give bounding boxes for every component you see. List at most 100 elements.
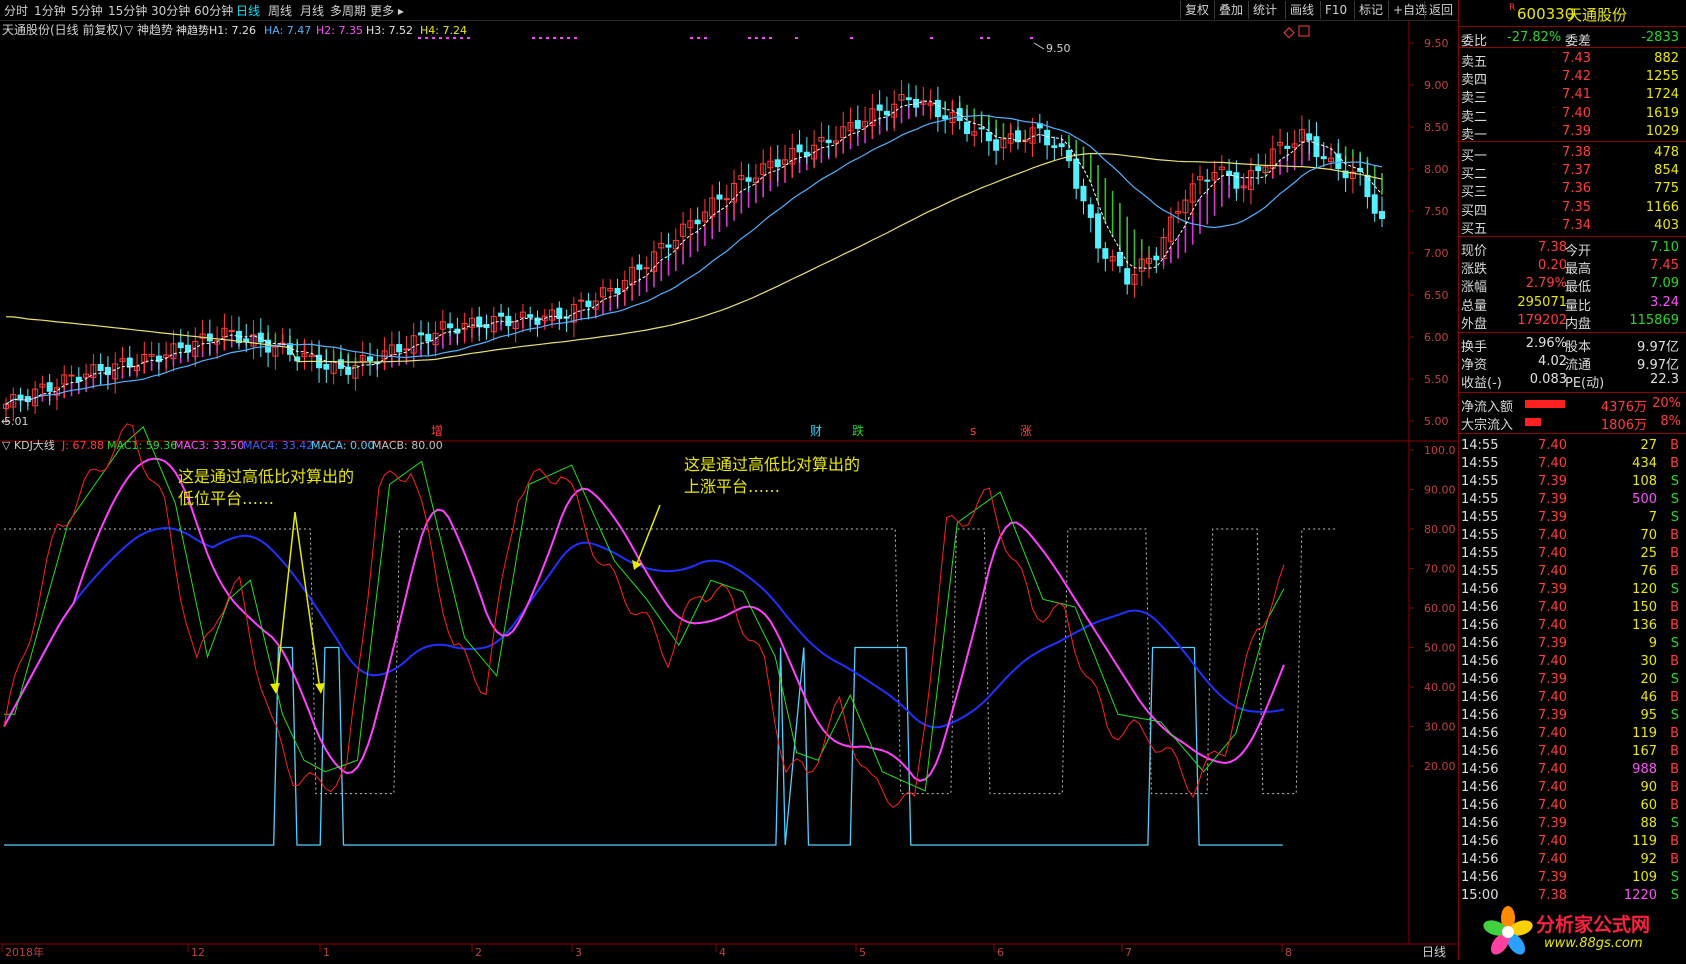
- window-toggle-icon[interactable]: [1298, 25, 1310, 37]
- price-axis-label: 6.00: [1424, 331, 1449, 344]
- period-tab-9[interactable]: 多周期: [330, 2, 366, 19]
- tick-time: 14:56: [1461, 726, 1499, 741]
- period-tab-6[interactable]: 日线: [236, 2, 260, 19]
- max-price-label: 9.50: [1046, 42, 1071, 55]
- tick-price: 7.40: [1538, 654, 1567, 669]
- stat-row: 外盘 179202 内盘 115869: [1459, 312, 1686, 332]
- flow-bar: [1525, 400, 1565, 408]
- toolbar-button-5[interactable]: 标记: [1354, 1, 1387, 19]
- tick-time: 14:56: [1461, 690, 1499, 705]
- price-axis-label: 7.00: [1424, 247, 1449, 260]
- buy-label: 买三: [1461, 185, 1488, 201]
- stat-value: 7.45: [1650, 258, 1679, 274]
- candle-body: [1065, 150, 1072, 162]
- chart-area[interactable]: 天通股份(日线 前复权) ▽ 神趋势 神趋势H1: 7.26 HA: 7.47 H2: …: [0, 20, 1457, 960]
- signal-dot: [697, 37, 700, 39]
- period-tab-5[interactable]: 60分钟: [194, 2, 233, 19]
- period-tab-8[interactable]: 月线: [300, 2, 324, 19]
- period-tab-4[interactable]: 30分钟: [151, 2, 190, 19]
- period-tab-2[interactable]: 5分钟: [71, 2, 103, 19]
- tick-time: 14:55: [1461, 546, 1499, 561]
- divider: [1459, 47, 1686, 48]
- signal-dot: [439, 37, 442, 39]
- signal-dot: [930, 37, 933, 39]
- tick-price: 7.39: [1538, 870, 1567, 885]
- weibi-value: -27.82%: [1507, 30, 1562, 45]
- tick-row: 14:55 7.40 25 B: [1459, 545, 1686, 563]
- toolbar-button-4[interactable]: F10: [1320, 1, 1351, 19]
- tick-side: B: [1670, 438, 1679, 453]
- kdj-axis-label: 20.00: [1424, 760, 1456, 773]
- period-tab-0[interactable]: 分时: [4, 2, 28, 19]
- kdj-param: J: 67.88: [61, 439, 104, 452]
- diamond-icon[interactable]: [1283, 27, 1295, 39]
- kdj-param: MAC3: 33.50: [174, 439, 244, 452]
- period-tab-7[interactable]: 周线: [268, 2, 292, 19]
- sell-price: 7.42: [1562, 69, 1591, 85]
- low-platform-line: [4, 646, 1283, 846]
- xaxis-label: 2: [475, 946, 482, 959]
- tick-row: 14:56 7.39 95 S: [1459, 707, 1686, 725]
- kdj-param: MAC4: 33.42: [243, 439, 313, 452]
- buy-volume: 854: [1654, 163, 1679, 179]
- annotation-low-line2: 低位平台……: [178, 489, 274, 508]
- stock-marker: R: [1509, 3, 1516, 13]
- tick-row: 14:56 7.39 109 S: [1459, 869, 1686, 887]
- event-mark: 跌: [852, 423, 864, 438]
- annotation-up-line1: 这是通过高低比对算出的: [684, 455, 860, 474]
- period-tab-1[interactable]: 1分钟: [34, 2, 66, 19]
- tick-volume: 988: [1632, 762, 1657, 777]
- candle-body: [913, 98, 920, 108]
- main-param: H3: 7.52: [366, 24, 413, 37]
- period-tab-3[interactable]: 15分钟: [108, 2, 147, 19]
- candle-body: [985, 131, 992, 142]
- sell-price: 7.40: [1562, 105, 1591, 121]
- fund-row: 收益(-) 0.083 PE(动) 22.3: [1459, 371, 1686, 391]
- tick-side: B: [1670, 618, 1679, 633]
- sell-label: 卖三: [1461, 91, 1488, 107]
- price-axis-label: 7.50: [1424, 205, 1449, 218]
- stat-value: 115869: [1629, 312, 1679, 328]
- tick-time: 14:56: [1461, 672, 1499, 687]
- tick-side: S: [1670, 870, 1679, 885]
- tick-side: S: [1670, 582, 1679, 597]
- signal-dot: [704, 37, 707, 39]
- watermark-brand: 分析家公式网: [1536, 914, 1651, 936]
- tick-row: 14:56 7.40 90 B: [1459, 779, 1686, 797]
- annotation-low-line1: 这是通过高低比对算出的: [178, 467, 354, 486]
- tick-volume: 119: [1632, 834, 1657, 849]
- signal-dot: [460, 37, 463, 39]
- signal-dot: [1030, 37, 1033, 39]
- candle-body: [956, 108, 963, 121]
- fund-row: 换手 2.96% 股本 9.97亿: [1459, 335, 1686, 355]
- candle-body: [75, 376, 82, 382]
- main-title: 天通股份(日线 前复权): [2, 22, 123, 37]
- fund-value: 9.97亿: [1637, 358, 1679, 374]
- candle-body: [1014, 130, 1021, 143]
- buy-volume: 1166: [1645, 199, 1679, 215]
- period-tab-10[interactable]: 更多 ▸: [370, 2, 404, 19]
- buy-price: 7.34: [1562, 217, 1591, 233]
- signal-dot: [795, 37, 798, 39]
- tick-time: 14:56: [1461, 582, 1499, 597]
- event-mark: 增: [431, 424, 443, 438]
- sell-volume: 1724: [1645, 87, 1679, 103]
- toolbar-button-1[interactable]: 叠加: [1214, 1, 1247, 19]
- candle-body: [1284, 145, 1291, 149]
- candle-body: [126, 357, 133, 368]
- toolbar-button-0[interactable]: 复权: [1180, 1, 1213, 19]
- candle-body: [505, 315, 512, 327]
- kdj-axis-label: 100.0: [1424, 444, 1456, 457]
- tick-side: B: [1670, 690, 1679, 705]
- toolbar-button-7[interactable]: 返回: [1424, 1, 1457, 19]
- tick-time: 14:55: [1461, 510, 1499, 525]
- tick-side: S: [1670, 474, 1679, 489]
- tick-price: 7.40: [1538, 438, 1567, 453]
- tick-price: 7.39: [1538, 582, 1567, 597]
- tick-time: 14:55: [1461, 438, 1499, 453]
- buy-row: 买五 7.34 403: [1459, 217, 1686, 237]
- toolbar-button-3[interactable]: 画线: [1285, 1, 1318, 19]
- tick-volume: 9: [1648, 636, 1657, 651]
- toolbar-button-2[interactable]: 统计: [1248, 1, 1281, 19]
- sell-label: 卖二: [1461, 109, 1488, 125]
